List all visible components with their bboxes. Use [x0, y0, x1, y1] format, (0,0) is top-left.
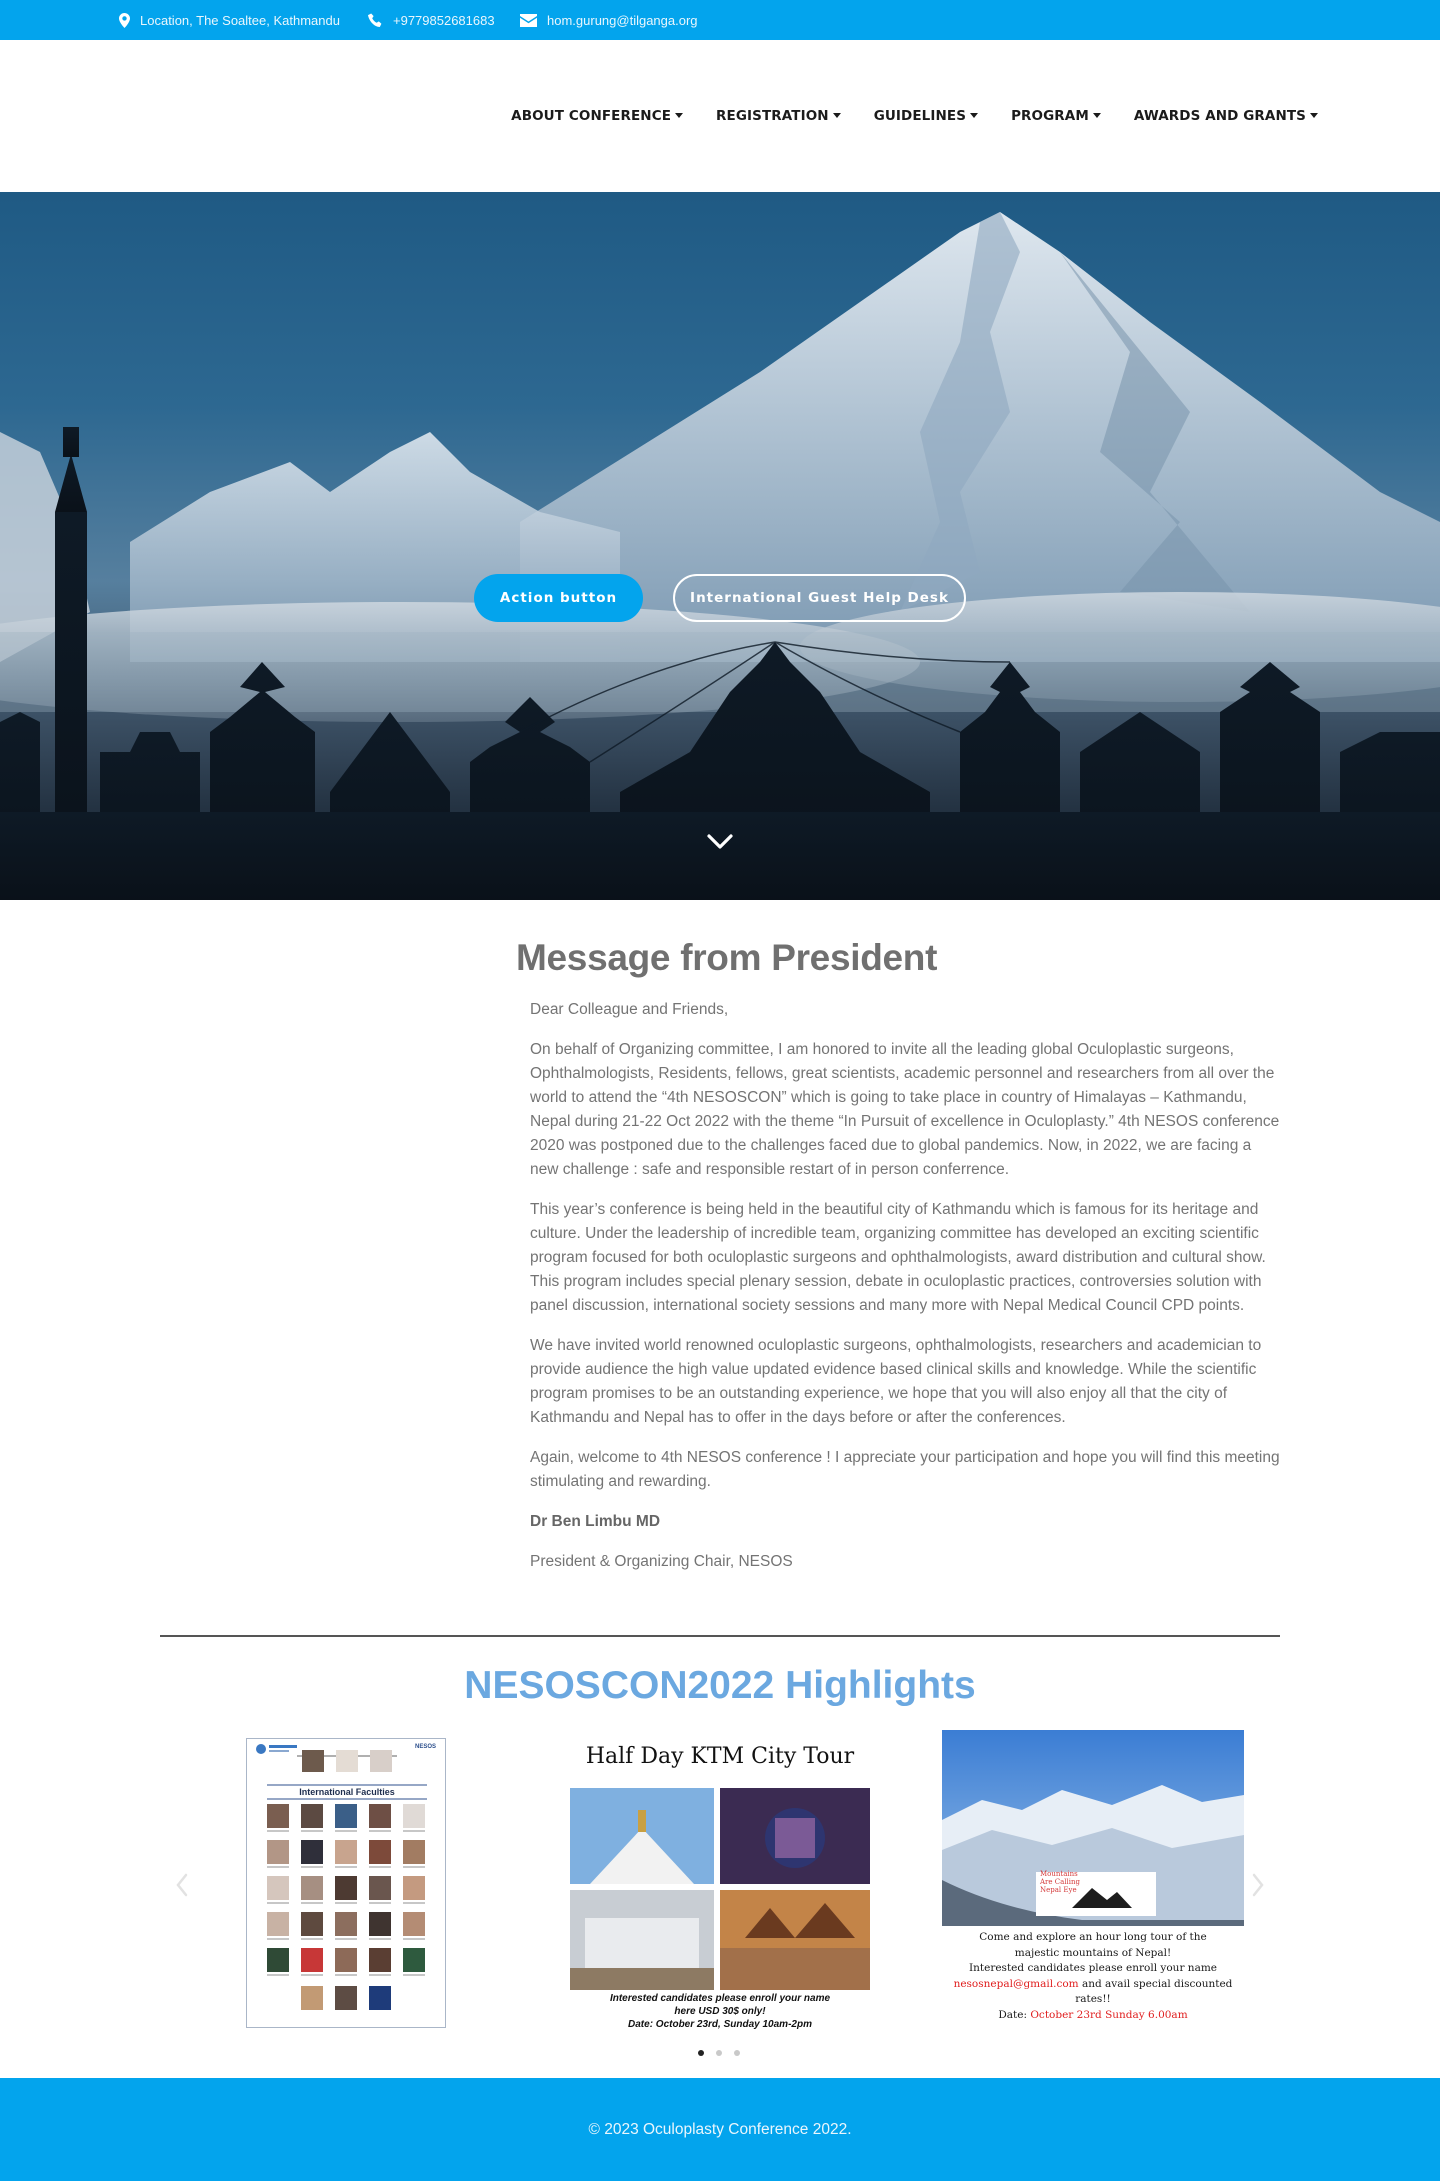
caption-line: Interested candidates please enroll your… — [609, 1993, 831, 2004]
nav-item-program[interactable]: PROGRAM — [1011, 108, 1101, 124]
nav-item-label: GUIDELINES — [873, 108, 967, 124]
logo-line: Nepal Eye — [1040, 1886, 1077, 1894]
city-tour-title: Half Day KTM City Tour — [585, 1744, 855, 1769]
carousel-dot-1[interactable] — [698, 2050, 704, 2056]
nav-item-registration[interactable]: REGISTRATION — [716, 108, 841, 124]
message-paragraph: Again, welcome to 4th NESOS conference !… — [530, 1449, 1280, 1490]
chevron-down-icon[interactable] — [706, 832, 734, 852]
poster-heading: International Faculties — [299, 1787, 395, 1797]
mountain-logo-text: Mountains Are Calling Nepal Eye — [1036, 1870, 1156, 1894]
message-paragraph: This year’s conference is being held in … — [530, 1201, 1266, 1314]
location-info: Location, The Soaltee, Kathmandu — [119, 0, 340, 40]
carousel-dot-2[interactable] — [716, 2050, 722, 2056]
logo-line: Mountains — [1040, 1870, 1078, 1878]
hero-banner: Action button International Guest Help D… — [0, 192, 1440, 900]
nav-item-label: ABOUT CONFERENCE — [511, 108, 672, 124]
slide-mountain-flight[interactable]: Mountains Are Calling Nepal Eye Come and… — [942, 1730, 1244, 2038]
nav-item-guidelines[interactable]: GUIDELINES — [873, 108, 979, 124]
caret-down-icon — [1092, 112, 1101, 118]
flight-line: nesosnepal@gmail.com and avail special d… — [942, 1977, 1244, 1993]
action-button[interactable]: Action button — [474, 574, 643, 622]
flight-line: majestic mountains of Nepal! — [1014, 1946, 1172, 1959]
phone-info[interactable]: +9779852681683 — [368, 0, 495, 40]
nav-item-label: PROGRAM — [1011, 108, 1089, 124]
signature-role: President & Organizing Chair, NESOS — [530, 1553, 793, 1570]
highlights-title: NESOSCON2022 Highlights — [464, 1664, 976, 1707]
message-paragraph: On behalf of Organizing committee, I am … — [530, 1041, 1280, 1178]
main-navigation: ABOUT CONFERENCE REGISTRATION GUIDELINES… — [511, 40, 1318, 192]
phone-text: +9779852681683 — [393, 12, 495, 28]
signature-name: Dr Ben Limbu MD — [530, 1513, 661, 1530]
flight-line-part: and avail special discounted — [1081, 1977, 1233, 1990]
flight-email: nesosnepal@gmail.com — [953, 1977, 1079, 1990]
caret-down-icon — [832, 112, 841, 118]
top-info-bar: Location, The Soaltee, Kathmandu +977985… — [0, 0, 1440, 40]
caption-line: here USD 30$ only! — [674, 2006, 766, 2017]
carousel-dot-3[interactable] — [734, 2050, 740, 2056]
envelope-icon — [520, 13, 537, 27]
international-guest-help-desk-button[interactable]: International Guest Help Desk — [673, 574, 966, 622]
message-paragraph: We have invited world renowned oculoplas… — [530, 1337, 1262, 1426]
mountain-skyline-illustration — [0, 212, 1440, 900]
slide-international-faculties[interactable]: NESOS International Faculties — [246, 1738, 446, 2028]
email-text: hom.gurung@tilganga.org — [547, 12, 698, 28]
nav-item-label: AWARDS AND GRANTS — [1133, 108, 1306, 124]
message-greeting: Dear Colleague and Friends, — [530, 1001, 729, 1018]
highlights-carousel: NESOS International Faculties Half Day K… — [160, 1728, 1280, 2038]
copyright-text: © 2023 Oculoplasty Conference 2022. — [588, 2120, 852, 2138]
logo-line: Are Calling — [1040, 1878, 1081, 1886]
section-divider — [160, 1635, 1280, 1637]
flight-line: Come and explore an hour long tour of th… — [979, 1931, 1207, 1943]
email-info[interactable]: hom.gurung@tilganga.org — [520, 0, 698, 40]
site-footer: © 2023 Oculoplasty Conference 2022. — [0, 2078, 1440, 2181]
flight-date: October 23rd Sunday 6.00am — [1030, 2008, 1188, 2021]
message-section-title: Message from President — [516, 937, 938, 978]
caret-down-icon — [970, 112, 979, 118]
mountain-flight-photo — [942, 1730, 1244, 1926]
caret-down-icon — [1310, 112, 1318, 118]
nav-item-about-conference[interactable]: ABOUT CONFERENCE — [511, 108, 684, 124]
site-header: ABOUT CONFERENCE REGISTRATION GUIDELINES… — [0, 40, 1440, 192]
mountain-flight-text: Come and explore an hour long tour of th… — [942, 1930, 1244, 2023]
phone-icon — [368, 13, 382, 27]
flight-date-line: Date: October 23rd Sunday 6.00am — [942, 2008, 1244, 2024]
flight-line: Interested candidates please enroll your… — [968, 1962, 1217, 1974]
city-tour-caption: Interested candidates please enroll your… — [550, 1992, 890, 2031]
carousel-indicators — [698, 2050, 740, 2056]
flight-line: rates!! — [1075, 1993, 1111, 2005]
city-tour-photos — [570, 1788, 870, 1990]
caption-line: Date: October 23rd, Sunday 10am-2pm — [628, 2019, 812, 2030]
map-pin-icon — [119, 12, 130, 28]
flight-date-prefix: Date: — [998, 2008, 1031, 2021]
caret-down-icon — [675, 112, 684, 118]
nav-item-awards-and-grants[interactable]: AWARDS AND GRANTS — [1134, 108, 1318, 124]
president-message: Dear Colleague and Friends, On behalf of… — [530, 998, 1280, 1590]
slide-city-tour[interactable]: Half Day KTM City Tour Interested candid… — [550, 1736, 890, 2036]
faculty-poster-image — [256, 1744, 427, 2010]
location-text: Location, The Soaltee, Kathmandu — [140, 12, 340, 28]
poster-brand: NESOS — [415, 1744, 437, 1750]
nav-item-label: REGISTRATION — [716, 108, 829, 124]
